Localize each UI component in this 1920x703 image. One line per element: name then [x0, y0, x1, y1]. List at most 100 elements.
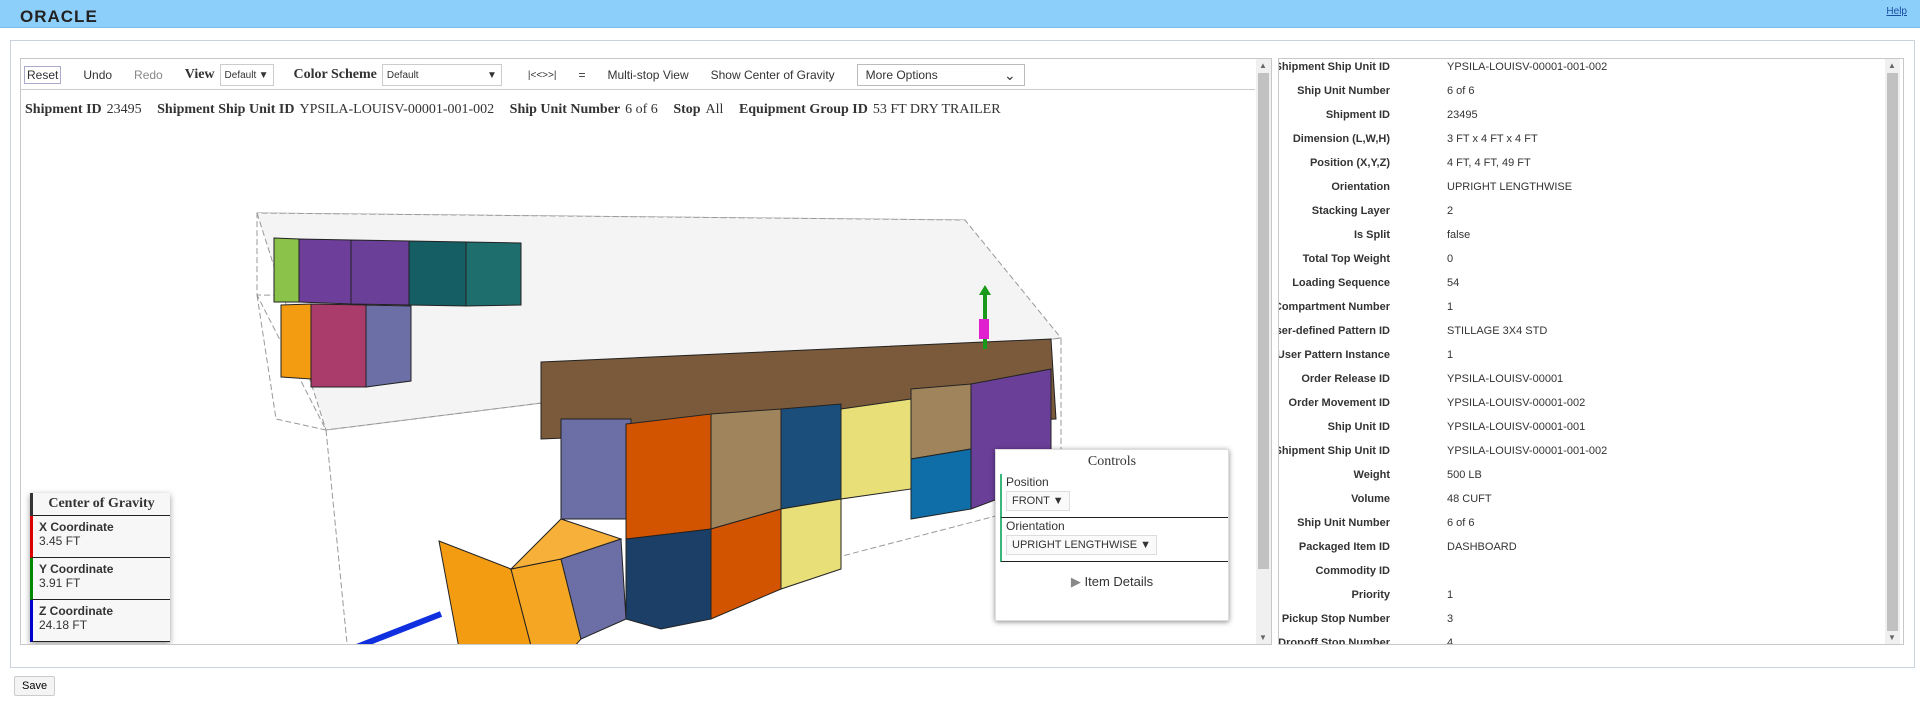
controls-panel: Controls Position FRONT ▼ Orientation UP… [995, 449, 1229, 621]
detail-value: YPSILA-LOUISV-00001-002 [1447, 397, 1586, 409]
scroll-down-icon[interactable]: ▼ [1259, 633, 1267, 642]
detail-label: Packaged Item ID [1298, 541, 1390, 553]
detail-value: 6 of 6 [1447, 517, 1475, 529]
detail-label: Order Movement ID [1288, 397, 1390, 409]
detail-row: Weight 500 LB [1279, 469, 1879, 489]
scroll-down-icon[interactable]: ▼ [1888, 633, 1896, 642]
detail-value: 4 FT, 4 FT, 49 FT [1447, 157, 1531, 169]
cog-x: X Coordinate 3.45 FT [30, 516, 170, 558]
details-scrollbar[interactable]: ▲ ▼ [1885, 59, 1900, 644]
show-cog-button[interactable]: Show Center of Gravity [711, 68, 835, 82]
detail-value: YPSILA-LOUISV-00001 [1447, 373, 1564, 385]
info-label: Equipment Group ID [738, 102, 868, 117]
detail-label: Compartment Number [1278, 301, 1390, 313]
detail-value: 2 [1447, 205, 1454, 217]
cog-x-value: 3.45 FT [39, 534, 81, 548]
info-label: Ship Unit Number [509, 102, 621, 117]
detail-value: STILLAGE 3X4 STD [1447, 325, 1548, 337]
detail-row: Is Split false [1279, 229, 1879, 249]
detail-row: Dropoff Stop Number 4 [1279, 637, 1879, 644]
multistop-view-button[interactable]: Multi-stop View [607, 68, 688, 82]
oracle-logo: ORACLE [20, 7, 98, 26]
help-link[interactable]: Help [1886, 6, 1907, 17]
cog-z-label: Z Coordinate [39, 604, 113, 618]
detail-value: 0 [1447, 253, 1454, 265]
cog-title: Center of Gravity [33, 493, 170, 516]
shipment-info: Shipment ID 23495 Shipment Ship Unit ID YP… [25, 102, 1013, 118]
detail-row: Position (X,Y,Z) 4 FT, 4 FT, 49 FT [1279, 157, 1879, 177]
scroll-up-icon[interactable]: ▲ [1888, 61, 1896, 70]
detail-row: Pickup Stop Number 3 [1279, 613, 1879, 633]
chevron-down-icon: ⌄ [1003, 66, 1016, 83]
detail-row: Order Release ID YPSILA-LOUISV-00001 [1279, 373, 1879, 393]
position-select[interactable]: FRONT ▼ [1006, 491, 1070, 511]
info-value: 23495 [106, 102, 142, 117]
detail-value: 1 [1447, 349, 1454, 361]
divider [21, 89, 1255, 90]
detail-label: User Pattern Instance [1278, 349, 1390, 361]
cog-y-label: Y Coordinate [39, 562, 114, 576]
detail-label: User-defined Pattern ID [1278, 325, 1390, 337]
detail-value: 1 [1447, 589, 1454, 601]
detail-label: Priority [1351, 589, 1390, 601]
detail-value: false [1447, 229, 1471, 241]
position-value: FRONT [1012, 495, 1050, 507]
color-scheme-label: Color Scheme [293, 67, 377, 82]
info-label: Shipment Ship Unit ID [157, 102, 295, 117]
more-options-select[interactable]: More Options ⌄ [856, 64, 1025, 86]
color-scheme-value: Default [386, 69, 419, 81]
orientation-group: Orientation UPRIGHT LENGTHWISE ▼ [1000, 518, 1228, 562]
detail-row: Priority 1 [1279, 589, 1879, 609]
item-details-toggle[interactable]: ▶ Item Details [996, 574, 1228, 590]
color-scheme-select[interactable]: Default ▼ [381, 64, 502, 86]
save-button[interactable]: Save [14, 676, 56, 696]
info-value: All [705, 102, 724, 117]
view-label: View [184, 67, 215, 82]
undo-button[interactable]: Undo [83, 68, 112, 82]
detail-label: Ship Unit Number [1297, 85, 1390, 97]
more-options-label: More Options [865, 68, 938, 82]
viewer-scrollbar[interactable]: ▲ ▼ [1256, 59, 1271, 644]
detail-label: Dimension (L,W,H) [1292, 133, 1390, 145]
detail-row: User-defined Pattern ID STILLAGE 3X4 STD [1279, 325, 1879, 345]
detail-row: Commodity ID [1279, 565, 1879, 585]
dropdown-arrow-icon: ▼ [1140, 539, 1152, 551]
detail-label: Shipment ID [1325, 109, 1390, 121]
top-bar: ORACLE Help [0, 0, 1920, 28]
view-value: Default [224, 69, 257, 81]
detail-row: Loading Sequence 54 [1279, 277, 1879, 297]
fit-view-button[interactable]: |<<>>| [528, 70, 557, 81]
reset-button[interactable]: Reset [24, 66, 62, 84]
orientation-label: Orientation [1006, 519, 1065, 533]
detail-label: Weight [1353, 469, 1390, 481]
item-details-panel: Shipment Ship Unit ID YPSILA-LOUISV-00001… [1278, 58, 1904, 645]
detail-label: Order Release ID [1301, 373, 1390, 385]
detail-value: 48 CUFT [1447, 493, 1492, 505]
detail-value: YPSILA-LOUISV-00001-001 [1447, 421, 1586, 433]
detail-row: Total Top Weight 0 [1279, 253, 1879, 273]
view-select[interactable]: Default ▼ [219, 64, 274, 86]
position-label: Position [1006, 475, 1049, 489]
detail-label: Total Top Weight [1302, 253, 1390, 265]
position-group: Position FRONT ▼ [1000, 474, 1228, 518]
detail-label: Orientation [1331, 181, 1390, 193]
detail-row: Compartment Number 1 [1279, 301, 1879, 321]
equal-button[interactable]: = [578, 68, 585, 82]
orientation-select[interactable]: UPRIGHT LENGTHWISE ▼ [1006, 535, 1158, 555]
detail-row: Orientation UPRIGHT LENGTHWISE [1279, 181, 1879, 201]
scroll-thumb[interactable] [1258, 73, 1269, 569]
detail-label: Ship Unit Number [1297, 517, 1390, 529]
scroll-up-icon[interactable]: ▲ [1259, 61, 1267, 70]
scroll-thumb[interactable] [1887, 73, 1898, 631]
detail-row: Packaged Item ID DASHBOARD [1279, 541, 1879, 561]
load-viewer-panel: Reset Undo Redo View Default ▼ Color Sche… [20, 58, 1272, 645]
dropdown-arrow-icon: ▼ [258, 69, 269, 81]
detail-row: Ship Unit ID YPSILA-LOUISV-00001-001 [1279, 421, 1879, 441]
detail-row: Shipment Ship Unit ID YPSILA-LOUISV-00001… [1279, 61, 1879, 81]
redo-button[interactable]: Redo [134, 68, 163, 82]
info-value: 53 FT DRY TRAILER [872, 102, 1001, 117]
detail-value: DASHBOARD [1447, 541, 1517, 553]
info-value: YPSILA-LOUISV-00001-001-002 [299, 102, 495, 117]
detail-row: Shipment Ship Unit ID YPSILA-LOUISV-00001… [1279, 445, 1879, 465]
detail-row: User Pattern Instance 1 [1279, 349, 1879, 369]
